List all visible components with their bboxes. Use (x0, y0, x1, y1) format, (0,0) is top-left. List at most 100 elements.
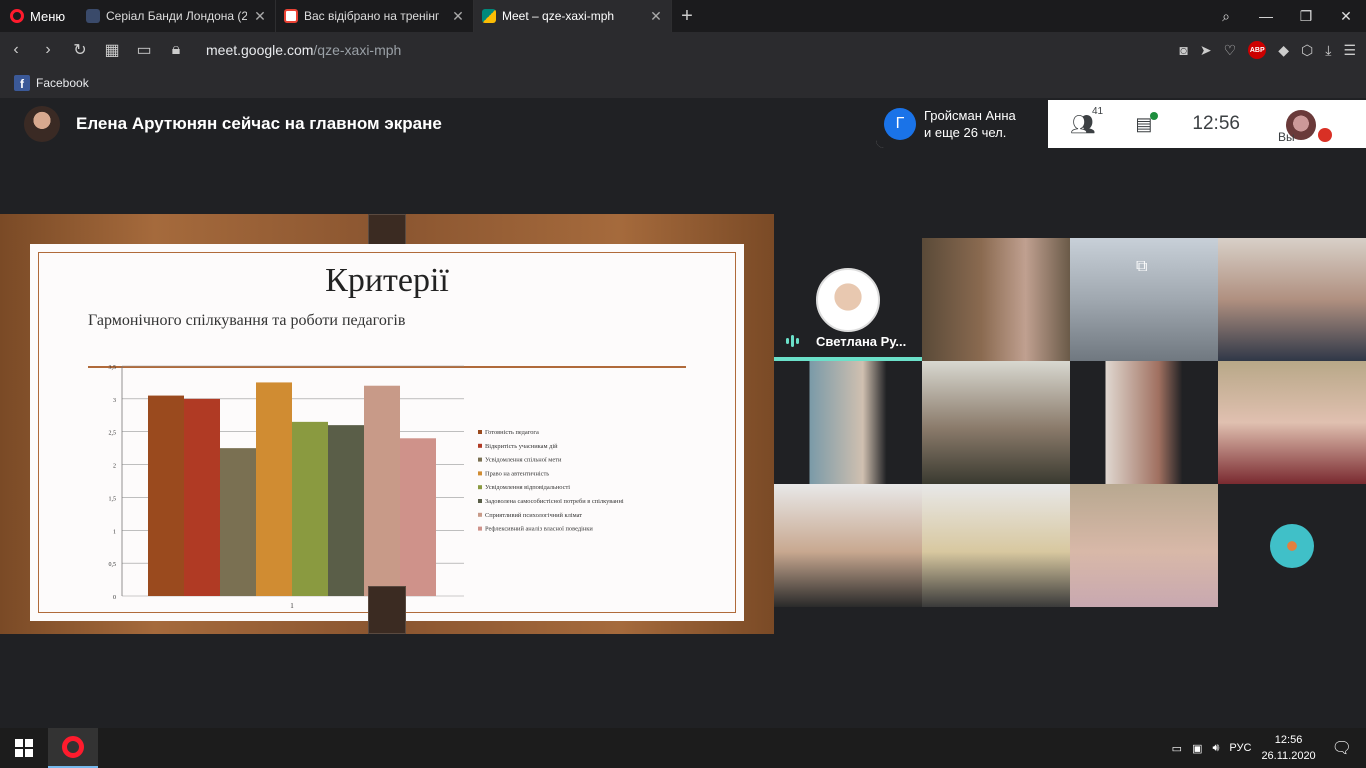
taskbar-clock[interactable]: 12:56 26.11.2020 (1261, 732, 1315, 764)
participant-grid: Светлана Ру... ⧉ (774, 238, 1366, 608)
tile-video[interactable] (922, 484, 1070, 607)
legend-swatch (478, 471, 482, 476)
binder-clip-bottom (368, 586, 406, 634)
back-icon[interactable]: ‹ (0, 41, 32, 59)
bar (220, 448, 256, 596)
pin-icon[interactable]: ⧉ (1136, 258, 1147, 276)
language-indicator[interactable]: РУС (1229, 742, 1251, 754)
opera-taskbar-button[interactable] (48, 728, 98, 768)
close-tab-icon[interactable]: ✕ (649, 8, 663, 25)
y-tick-label: 0 (113, 595, 116, 601)
opera-menu-button[interactable]: Меню (0, 0, 78, 32)
joiner-notification[interactable]: Г Гройсман Анна и еще 26 чел. (876, 100, 1048, 148)
legend-swatch (478, 526, 482, 531)
network-icon[interactable]: ▣ (1192, 742, 1202, 755)
participants-button[interactable]: 👥︎ 41 (1070, 106, 1103, 137)
tab-meet[interactable]: Meet – qze-xaxi-mph ✕ (474, 0, 672, 32)
chat-unread-dot (1150, 111, 1159, 120)
adblock-icon[interactable]: ABP (1248, 41, 1267, 59)
tile-speaking[interactable]: Светлана Ру... (774, 238, 922, 361)
close-window-icon[interactable]: ✕ (1326, 8, 1366, 25)
participant-avatar (816, 268, 880, 332)
bookmark-facebook[interactable]: Facebook (36, 76, 89, 90)
legend-label: Задоволена самособистісної потреби в спі… (485, 498, 624, 505)
tile-video[interactable]: ⧉ (1070, 238, 1218, 361)
tile-video[interactable] (1070, 361, 1218, 484)
notifications-icon[interactable]: 🗨︎ (1332, 738, 1352, 758)
presented-slide[interactable]: Критерії Гармонічного спілкування та роб… (0, 214, 774, 634)
x-tick-label: 1 (290, 602, 294, 610)
tab-search-icon[interactable]: ⌕ (1206, 8, 1246, 25)
power-icon[interactable]: ▭ (1172, 742, 1182, 755)
y-tick-label: 1,5 (109, 496, 117, 502)
tile-name: Светлана Ру... (816, 334, 907, 349)
tab-gmail[interactable]: Вас відібрано на тренінг ✕ (276, 0, 474, 32)
reload-icon[interactable]: ↻ (64, 40, 96, 60)
restore-icon[interactable]: ❐ (1286, 8, 1326, 25)
download-icon[interactable]: ⤓ (1325, 42, 1331, 59)
start-button[interactable] (0, 728, 48, 768)
bar (148, 395, 184, 596)
address-bar: ‹ › ↻ ▦ ▭ 🔒︎ meet.google.com/qze-xaxi-mp… (0, 32, 1366, 68)
url-path: /qze-xaxi-mph (313, 42, 402, 58)
legend-swatch (478, 443, 482, 448)
bar (292, 421, 328, 596)
extension-icon[interactable]: ◆ (1278, 42, 1289, 59)
speaking-indicator-icon (786, 335, 804, 347)
minimize-icon[interactable]: — (1246, 8, 1286, 24)
new-tab-button[interactable]: + (672, 5, 702, 28)
bar (184, 398, 220, 596)
participants-count: 41 (1092, 105, 1104, 117)
meet-clock: 12:56 (1192, 113, 1240, 134)
send-icon[interactable]: ➤ (1200, 42, 1212, 59)
joiner-line1: Гройсман Анна (924, 108, 1016, 123)
menu-label: Меню (30, 8, 66, 24)
camera-indicator-icon[interactable]: ▭ (128, 40, 160, 60)
y-tick-label: 1 (113, 529, 116, 535)
windows-taskbar: ▭ ▣ 🔊︎ РУС 12:56 26.11.2020 🗨︎ (0, 728, 1366, 768)
mic-off-icon (1317, 128, 1332, 142)
cube-icon[interactable]: ⬡ (1301, 42, 1313, 59)
close-tab-icon[interactable]: ✕ (451, 8, 465, 25)
close-tab-icon[interactable]: ✕ (253, 8, 267, 25)
tab-london-gangs[interactable]: Серіал Банди Лондона (20 ✕ (78, 0, 276, 32)
tile-video[interactable] (922, 238, 1070, 361)
tab-title: Вас відібрано на тренінг (304, 9, 440, 23)
opera-logo-icon (10, 9, 24, 23)
legend-swatch (478, 430, 482, 434)
chat-button[interactable]: ▤ (1135, 111, 1159, 135)
forward-icon[interactable]: › (32, 41, 64, 59)
legend-swatch (478, 512, 482, 517)
meet-top-panel: Г Гройсман Анна и еще 26 чел. 👥︎ 41 ▤ 12… (876, 100, 1366, 148)
slide-title: Критерії (325, 262, 449, 299)
tile-video[interactable] (1070, 484, 1218, 607)
snapshot-icon[interactable]: ◙ (1179, 42, 1187, 58)
self-view[interactable]: Вы (1278, 100, 1332, 148)
tile-avatar[interactable] (1218, 484, 1366, 607)
y-tick-label: 3,5 (109, 365, 117, 371)
bar (364, 385, 400, 596)
legend-swatch (478, 485, 482, 490)
heart-icon[interactable]: ♡ (1224, 42, 1237, 59)
y-tick-label: 2 (113, 464, 116, 470)
url-field[interactable]: meet.google.com/qze-xaxi-mph (206, 42, 401, 58)
tile-video[interactable] (774, 484, 922, 607)
system-tray: ▭ ▣ 🔊︎ РУС 12:56 26.11.2020 🗨︎ (1172, 728, 1366, 768)
y-tick-label: 3 (113, 398, 116, 404)
tile-video[interactable] (922, 361, 1070, 484)
gmail-favicon-icon (284, 9, 298, 23)
tile-video[interactable] (1218, 238, 1366, 361)
tabs-grid-icon[interactable]: ▦ (96, 40, 128, 60)
address-right-icons: ◙ ➤ ♡ ABP ◆ ⬡ ⤓ ☰ (1179, 32, 1356, 68)
legend-label: Право на автентичність (485, 470, 549, 477)
tile-video[interactable] (1218, 361, 1366, 484)
easy-setup-icon[interactable]: ☰ (1343, 42, 1356, 59)
volume-icon[interactable]: 🔊︎ (1212, 742, 1219, 755)
tile-video[interactable] (774, 361, 922, 484)
taskbar-time: 12:56 (1274, 734, 1303, 746)
taskbar-date: 26.11.2020 (1261, 750, 1316, 762)
window-controls: ⌕ — ❐ ✕ (1206, 0, 1366, 32)
legend-label: Відкритість учасникам дій (485, 443, 558, 450)
legend-label: Готовність педагога (485, 429, 539, 436)
bar (256, 382, 292, 596)
